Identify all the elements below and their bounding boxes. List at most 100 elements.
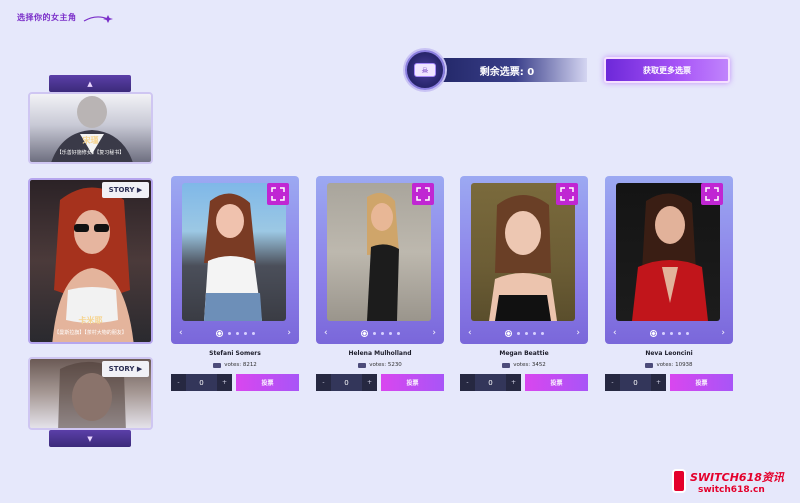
pager-dot[interactable] [251, 331, 255, 335]
ticket-icon [213, 362, 222, 368]
vote-button[interactable]: 投票 [525, 374, 588, 391]
expand-icon[interactable] [267, 183, 289, 205]
pager-dot[interactable] [532, 331, 536, 335]
pager-dot[interactable] [677, 331, 681, 335]
candidate-name: Megan Beattie [499, 350, 549, 357]
switch-logo-icon [672, 469, 686, 493]
pager-dot[interactable] [235, 331, 239, 335]
decrement-button[interactable]: - [171, 374, 186, 391]
expand-icon[interactable] [701, 183, 723, 205]
vote-stepper: - 0 + [460, 374, 521, 391]
heroine-card[interactable]: STORY ▶ [28, 357, 153, 430]
candidate-card: ‹ › Stefani Somers votes: 8212 - 0 + 投票 [171, 176, 299, 391]
heroine-card[interactable]: 宋瑾 【乐善好施修女】【复习秘书】 [28, 92, 153, 164]
pager-dot-active[interactable] [503, 328, 513, 338]
vote-controls: - 0 + 投票 [460, 374, 588, 391]
chevron-left-icon[interactable]: ‹ [324, 328, 328, 338]
candidate-name: Neva Leoncini [645, 350, 693, 357]
chevron-down-icon: ▼ [87, 434, 93, 443]
heroine-name: 宋瑾 [82, 136, 99, 145]
chevron-left-icon[interactable]: ‹ [468, 328, 472, 338]
chevron-up-icon: ▲ [87, 79, 93, 88]
page-title: 选择你的女主角 [17, 13, 77, 22]
chevron-right-icon[interactable]: › [287, 328, 291, 338]
candidate-frame: ‹ › [460, 176, 588, 344]
pager-dot[interactable] [516, 331, 520, 335]
chevron-right-icon[interactable]: › [432, 328, 436, 338]
increment-button[interactable]: + [651, 374, 666, 391]
story-button[interactable]: STORY ▶ [102, 182, 149, 198]
candidate-name: Stefani Somers [209, 350, 261, 357]
candidate-votes: votes: 10938 [605, 362, 733, 368]
increment-button[interactable]: + [506, 374, 521, 391]
pager-dot[interactable] [524, 331, 528, 335]
pager-dots [214, 328, 255, 338]
chevron-right-icon[interactable]: › [721, 328, 725, 338]
heroine-caption: 卡米耶 【曼斯拉旗】【茶村大物的朋友】 [30, 315, 151, 336]
pager-dot[interactable] [380, 331, 384, 335]
vote-count-field[interactable]: 0 [620, 374, 651, 391]
candidate-frame: ‹ › [605, 176, 733, 344]
page-header: 选择你的女主角 [17, 12, 77, 23]
ticket-icon [645, 362, 654, 368]
vote-count-field[interactable]: 0 [331, 374, 362, 391]
heroine-tags: 【曼斯拉旗】【茶村大物的朋友】 [54, 330, 127, 336]
vote-count-field[interactable]: 0 [186, 374, 217, 391]
candidate-card: ‹ › Megan Beattie votes: 3452 - 0 + 投票 [460, 176, 588, 391]
story-button[interactable]: STORY ▶ [102, 361, 149, 377]
remaining-votes-bar: 剩余选票: 0 ☠ [405, 50, 587, 90]
pager-dot-active[interactable] [214, 328, 224, 338]
star-trail-icon [83, 15, 113, 23]
decrement-button[interactable]: - [605, 374, 620, 391]
candidate-card: ‹ › Neva Leoncini votes: 10938 - 0 + 投票 [605, 176, 733, 391]
expand-icon[interactable] [412, 183, 434, 205]
decrement-button[interactable]: - [460, 374, 475, 391]
chevron-right-icon[interactable]: › [576, 328, 580, 338]
pager-dot[interactable] [669, 331, 673, 335]
photo-pager: ‹ › [316, 326, 444, 340]
votes-count: votes: 8212 [224, 362, 257, 368]
chevron-left-icon[interactable]: ‹ [613, 328, 617, 338]
pager-dot[interactable] [540, 331, 544, 335]
pager-dot[interactable] [372, 331, 376, 335]
pager-dot[interactable] [661, 331, 665, 335]
candidate-votes: votes: 5230 [316, 362, 444, 368]
candidate-votes: votes: 3452 [460, 362, 588, 368]
pager-dot[interactable] [227, 331, 231, 335]
candidate-card: ‹ › Helena Mulholland votes: 5230 - 0 + … [316, 176, 444, 391]
pager-dots [503, 328, 544, 338]
ticket-icon: ☠ [405, 50, 445, 90]
vote-count-field[interactable]: 0 [475, 374, 506, 391]
ticket-icon [358, 362, 367, 368]
vote-stepper: - 0 + [316, 374, 377, 391]
increment-button[interactable]: + [362, 374, 377, 391]
get-more-votes-button[interactable]: 获取更多选票 [604, 57, 730, 83]
vote-button[interactable]: 投票 [381, 374, 444, 391]
pager-dot[interactable] [396, 331, 400, 335]
pager-dot[interactable] [388, 331, 392, 335]
vote-button[interactable]: 投票 [670, 374, 733, 391]
pager-dot-active[interactable] [359, 328, 369, 338]
chevron-left-icon[interactable]: ‹ [179, 328, 183, 338]
candidate-frame: ‹ › [171, 176, 299, 344]
pager-dot[interactable] [685, 331, 689, 335]
expand-icon[interactable] [556, 183, 578, 205]
increment-button[interactable]: + [217, 374, 232, 391]
decrement-button[interactable]: - [316, 374, 331, 391]
watermark-line2: switch618.cn [698, 485, 765, 495]
photo-pager: ‹ › [605, 326, 733, 340]
pager-dot-active[interactable] [648, 328, 658, 338]
scroll-up-button[interactable]: ▲ [49, 75, 131, 92]
watermark-line1: SWITCH618资讯 [690, 471, 784, 484]
heroine-caption: 宋瑾 【乐善好施修女】【复习秘书】 [30, 135, 151, 156]
vote-button[interactable]: 投票 [236, 374, 299, 391]
heroine-card-selected[interactable]: STORY ▶ 卡米耶 【曼斯拉旗】【茶村大物的朋友】 [28, 178, 153, 344]
watermark: SWITCH618资讯 switch618.cn [672, 465, 800, 503]
scroll-down-button[interactable]: ▼ [49, 430, 131, 447]
votes-count: votes: 3452 [513, 362, 546, 368]
remaining-votes-label: 剩余选票: 0 [427, 58, 587, 82]
pager-dot[interactable] [243, 331, 247, 335]
pager-dots [648, 328, 689, 338]
vote-stepper: - 0 + [605, 374, 666, 391]
photo-pager: ‹ › [460, 326, 588, 340]
